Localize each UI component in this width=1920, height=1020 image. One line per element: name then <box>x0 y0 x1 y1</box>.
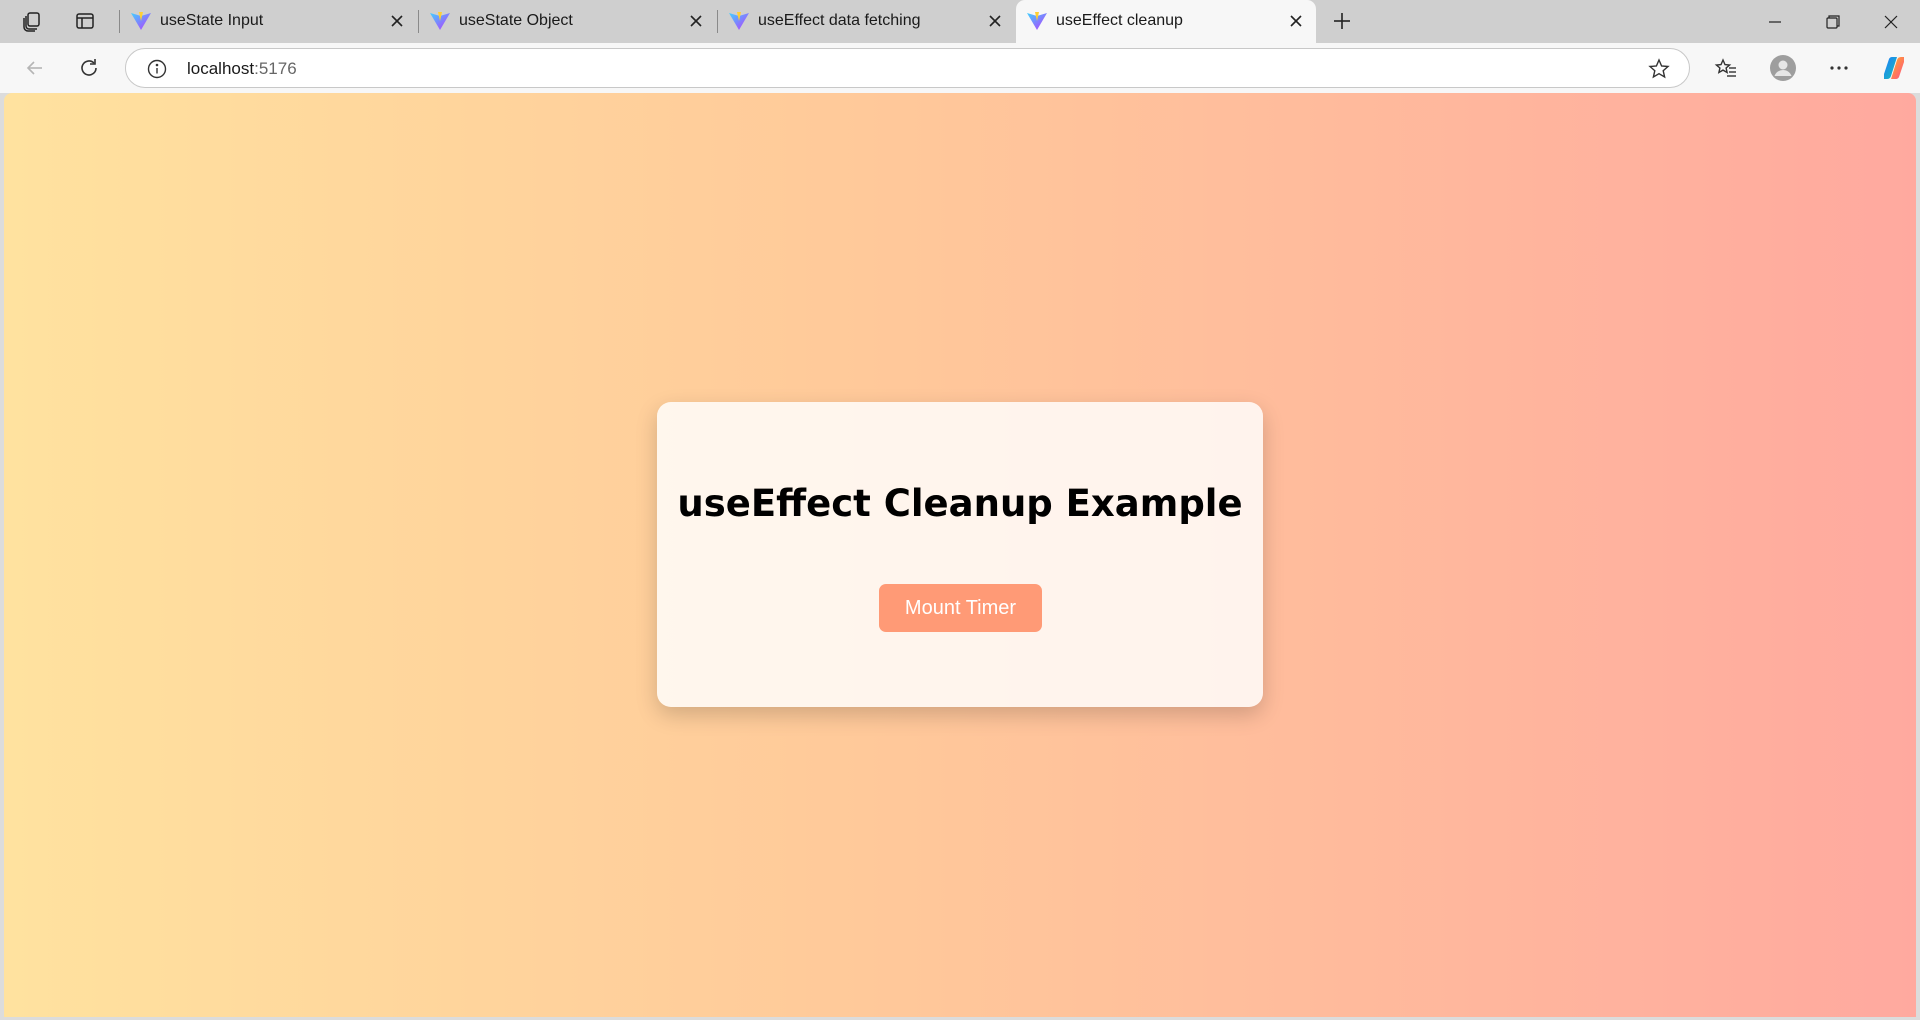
vite-favicon-icon <box>131 12 151 30</box>
tab-label: useState Input <box>160 12 264 29</box>
tab-strip: useState Input useState Object useEffect… <box>0 0 1920 43</box>
url-port: :5176 <box>254 59 297 78</box>
close-icon[interactable] <box>985 11 1005 31</box>
tab-useeffect-data-fetching[interactable]: useEffect data fetching <box>718 0 1015 43</box>
address-bar[interactable]: localhost:5176 <box>125 48 1690 88</box>
window-close-icon[interactable] <box>1862 0 1920 43</box>
page-viewport: useEffect Cleanup Example Mount Timer <box>4 93 1916 1017</box>
back-icon[interactable] <box>19 52 51 84</box>
vite-favicon-icon <box>729 12 749 30</box>
close-icon[interactable] <box>1286 11 1306 31</box>
info-icon[interactable] <box>146 58 168 80</box>
favorites-icon[interactable] <box>1710 52 1742 84</box>
close-icon[interactable] <box>686 11 706 31</box>
cleanup-card: useEffect Cleanup Example Mount Timer <box>657 402 1263 707</box>
minimize-icon[interactable] <box>1746 0 1804 43</box>
tab-usestate-input[interactable]: useState Input <box>120 0 417 43</box>
vite-favicon-icon <box>1027 12 1047 30</box>
more-icon[interactable] <box>1823 52 1855 84</box>
mount-timer-button[interactable]: Mount Timer <box>879 584 1042 632</box>
new-tab-icon[interactable] <box>1327 6 1357 36</box>
profile-icon[interactable] <box>1767 52 1799 84</box>
tab-actions-icon[interactable] <box>70 6 100 36</box>
tab-label: useState Object <box>459 12 573 29</box>
star-icon[interactable] <box>1647 57 1671 81</box>
tab-useeffect-cleanup[interactable]: useEffect cleanup <box>1016 0 1316 43</box>
address-url: localhost:5176 <box>187 59 297 79</box>
tab-usestate-object[interactable]: useState Object <box>419 0 716 43</box>
close-icon[interactable] <box>387 11 407 31</box>
page-title: useEffect Cleanup Example <box>677 482 1243 525</box>
tab-label: useEffect cleanup <box>1056 12 1183 29</box>
workspaces-icon[interactable] <box>17 6 47 36</box>
tab-label: useEffect data fetching <box>758 12 921 29</box>
browser-toolbar: localhost:5176 <box>0 43 1920 93</box>
restore-icon[interactable] <box>1804 0 1862 43</box>
url-host: localhost <box>187 59 255 78</box>
copilot-icon[interactable] <box>1878 52 1910 84</box>
refresh-icon[interactable] <box>73 52 105 84</box>
vite-favicon-icon <box>430 12 450 30</box>
